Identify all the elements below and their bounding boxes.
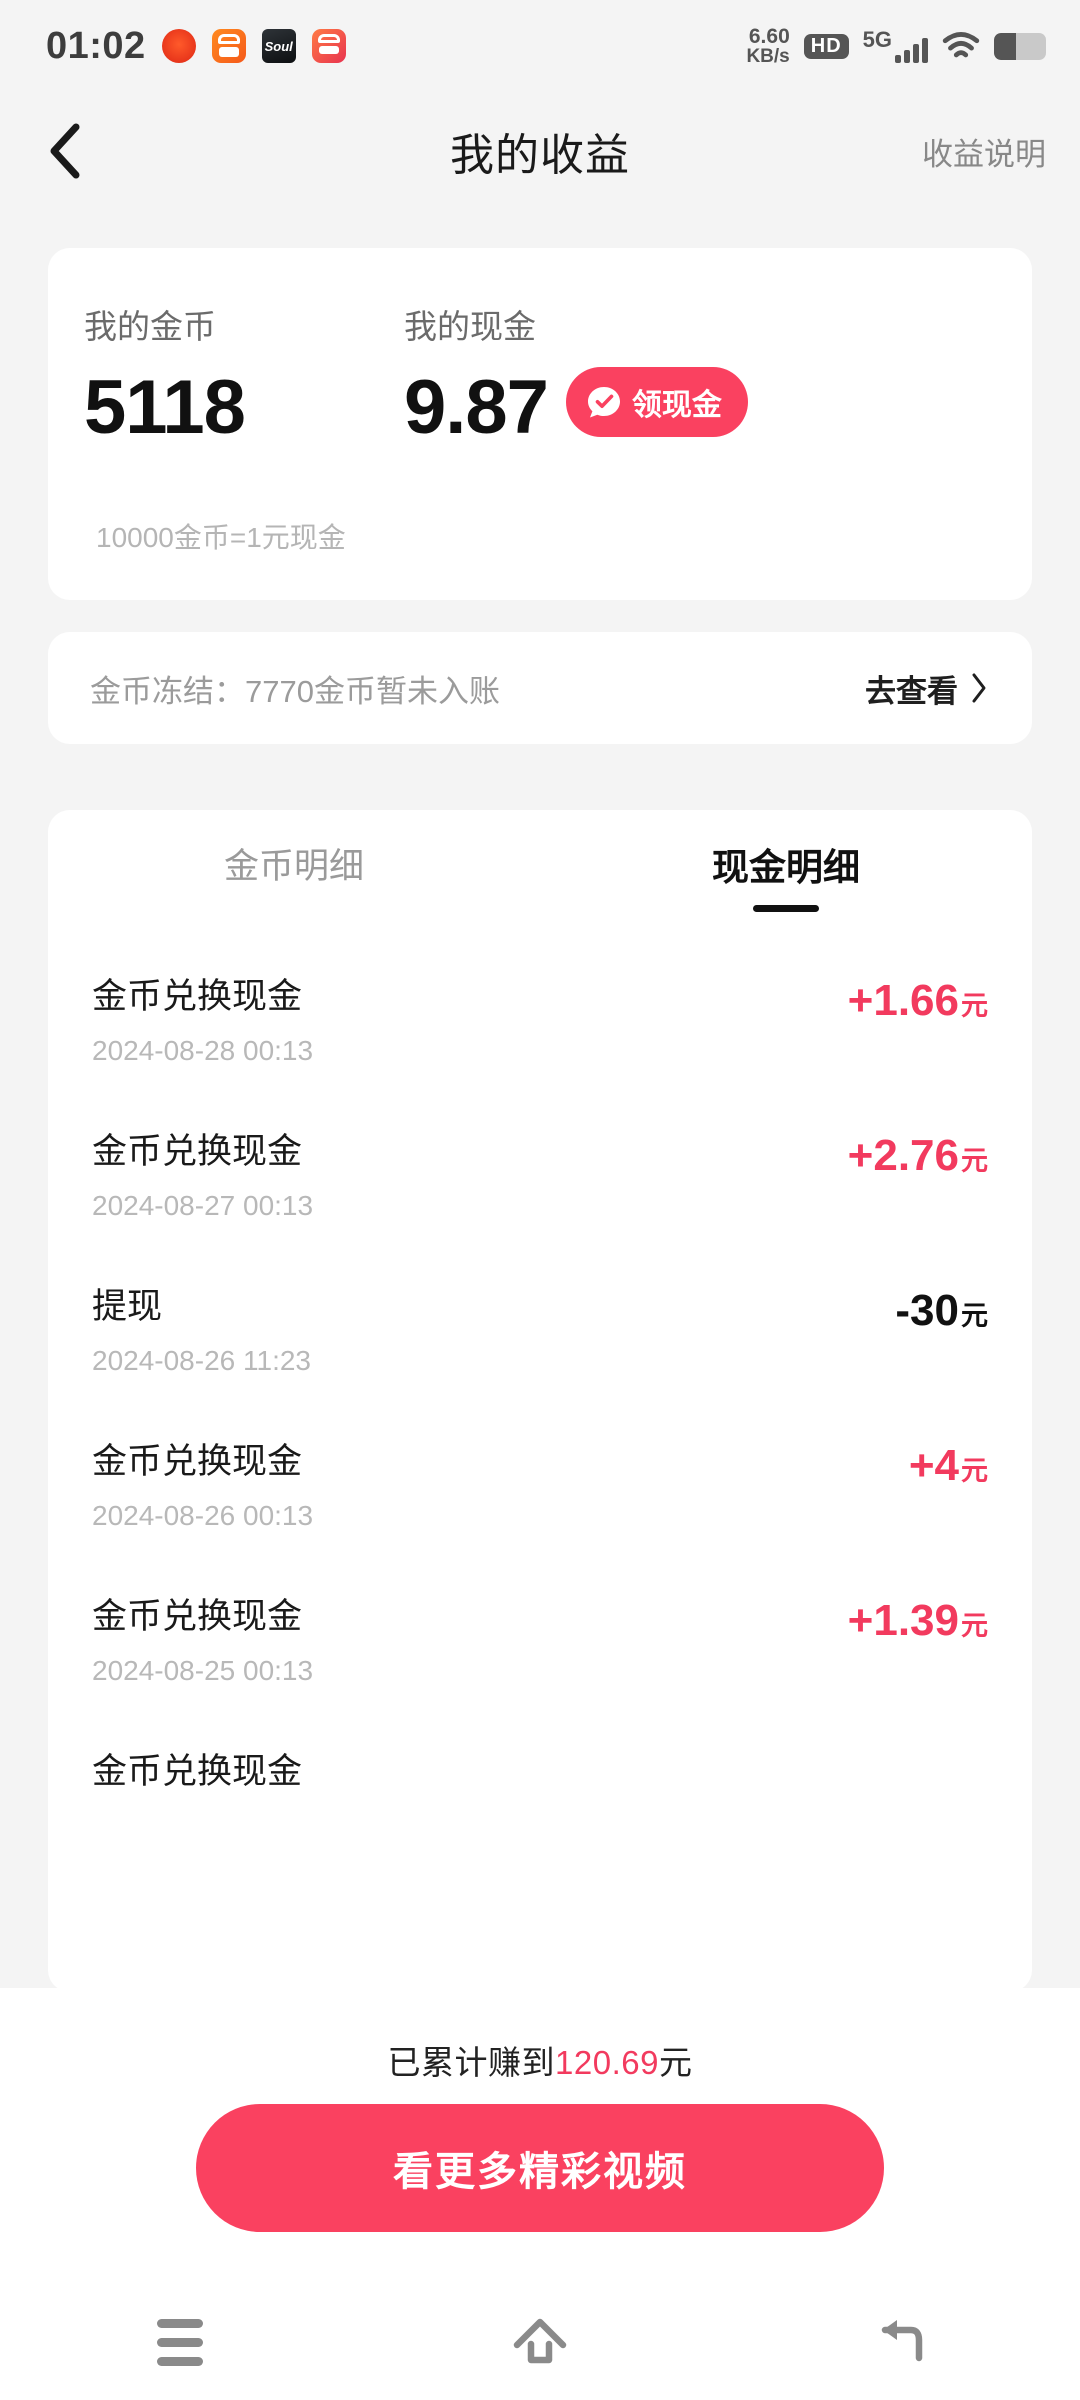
app-icon-soul: Soul — [261, 29, 296, 63]
signal-bars-icon — [895, 37, 928, 63]
cash-value-row: 9.87 领现金 — [404, 348, 748, 446]
recents-button[interactable] — [135, 2312, 225, 2372]
transaction-amount-value: +2.76 — [847, 1131, 959, 1180]
transaction-amount-unit: 元 — [961, 991, 988, 1021]
transaction-info: 提现 2024-08-26 11:23 — [92, 1278, 311, 1377]
transaction-amount-value: +1.66 — [847, 976, 959, 1025]
coins-block: 我的金币 5118 — [84, 300, 404, 446]
transaction-info: 金币兑换现金 2024-08-26 00:13 — [92, 1433, 313, 1532]
menu-icon — [157, 2318, 203, 2366]
table-row[interactable]: 金币兑换现金 2024-08-28 00:13 +1.66元 — [92, 938, 988, 1093]
watch-more-videos-button[interactable]: 看更多精彩视频 — [196, 2104, 884, 2232]
transaction-info: 金币兑换现金 2024-08-25 00:13 — [92, 1588, 313, 1687]
status-bar: 01:02 Soul 6.60 KB/s HD 5G — [0, 0, 1080, 92]
signal-indicator: 5G — [863, 29, 928, 63]
transaction-title: 金币兑换现金 — [92, 1442, 303, 1481]
transaction-title: 提现 — [92, 1287, 163, 1326]
transaction-amount-unit: 元 — [961, 1611, 988, 1641]
tab-cash-detail[interactable]: 现金明细 — [540, 810, 1032, 938]
system-navigation-bar — [0, 2284, 1080, 2400]
tab-coin-detail-label: 金币明细 — [223, 847, 364, 886]
transaction-amount: +4元 — [909, 1433, 988, 1491]
battery-icon — [994, 32, 1046, 60]
table-row[interactable]: 金币兑换现金 2024-08-26 00:13 +4元 — [92, 1403, 988, 1558]
claim-cash-label: 领现金 — [631, 389, 722, 422]
app-icon-kuaishou — [211, 29, 246, 63]
home-icon — [513, 2318, 567, 2364]
check-bubble-icon — [587, 387, 620, 418]
transaction-date: 2024-08-28 00:13 — [92, 1035, 314, 1066]
coins-value: 5118 — [84, 365, 246, 450]
chevron-right-icon — [972, 673, 986, 703]
exchange-rate-note: 10000金币=1元现金 — [96, 522, 346, 553]
detail-card: 金币明细 现金明细 金币兑换现金 2024-08-28 00:13 +1.66元… — [48, 810, 1032, 1992]
transaction-amount: +1.39元 — [848, 1588, 988, 1646]
transaction-title: 金币兑换现金 — [92, 1597, 303, 1636]
transaction-title: 金币兑换现金 — [92, 1752, 303, 1791]
transaction-date: 2024-08-26 00:13 — [92, 1500, 314, 1531]
cash-label: 我的现金 — [404, 308, 536, 345]
transaction-amount-unit: 元 — [961, 1456, 988, 1486]
total-earned-text: 已累计赚到120.69元 — [0, 1988, 1080, 2084]
table-row[interactable]: 提现 2024-08-26 11:23 -30元 — [92, 1248, 988, 1403]
network-speed-indicator: 6.60 KB/s — [746, 24, 790, 68]
status-time: 01:02 — [46, 24, 146, 67]
hd-icon: HD — [803, 33, 849, 59]
table-row[interactable]: 金币兑换现金 — [92, 1713, 988, 1820]
transaction-amount: +1.66元 — [848, 968, 988, 1026]
network-speed-unit: KB/s — [746, 46, 790, 68]
detail-tabs: 金币明细 现金明细 — [48, 810, 1032, 938]
transaction-amount-unit: 元 — [961, 1146, 988, 1176]
total-earned-amount: 120.69 — [555, 2044, 659, 2081]
status-bar-right: 6.60 KB/s HD 5G — [746, 24, 1046, 68]
transaction-info: 金币兑换现金 — [92, 1743, 302, 1794]
back-arrow-icon — [881, 2320, 923, 2362]
status-bar-left: 01:02 Soul — [46, 25, 346, 68]
transaction-amount-value: +4 — [908, 1441, 959, 1490]
cash-block: 我的现金 9.87 领现金 — [404, 300, 748, 446]
transaction-date: 2024-08-25 00:13 — [92, 1655, 314, 1686]
page-header: 我的收益 收益说明 — [0, 92, 1080, 210]
claim-cash-button[interactable]: 领现金 — [565, 367, 748, 437]
page-title: 我的收益 — [450, 131, 630, 180]
network-type-label: 5G — [862, 27, 892, 52]
transaction-amount: +2.76元 — [848, 1123, 988, 1181]
frozen-coins-text: 金币冻结：7770金币暂未入账 — [90, 673, 500, 709]
cash-value: 9.87 — [404, 365, 549, 450]
home-button[interactable] — [495, 2312, 585, 2372]
transaction-amount: -30元 — [895, 1278, 988, 1336]
table-row[interactable]: 金币兑换现金 2024-08-27 00:13 +2.76元 — [92, 1093, 988, 1248]
app-icon-kuaishou-extra — [311, 29, 346, 63]
transaction-amount-unit: 元 — [961, 1301, 988, 1331]
total-earned-prefix: 已累计赚到 — [387, 2044, 556, 2081]
transaction-title: 金币兑换现金 — [92, 977, 303, 1016]
tab-coin-detail[interactable]: 金币明细 — [48, 810, 540, 938]
tab-cash-detail-underline — [753, 904, 819, 912]
tab-cash-detail-label: 现金明细 — [712, 846, 860, 888]
frozen-coins-row[interactable]: 金币冻结：7770金币暂未入账 去查看 — [48, 632, 1032, 744]
balance-columns: 我的金币 5118 我的现金 9.87 领现金 — [48, 248, 1032, 446]
transaction-info: 金币兑换现金 2024-08-27 00:13 — [92, 1123, 313, 1222]
app-icon-red-circle — [161, 29, 196, 63]
table-row[interactable]: 金币兑换现金 2024-08-25 00:13 +1.39元 — [92, 1558, 988, 1713]
bottom-panel: 已累计赚到120.69元 看更多精彩视频 — [0, 1988, 1080, 2400]
transaction-info: 金币兑换现金 2024-08-28 00:13 — [92, 968, 313, 1067]
frozen-coins-view-label: 去查看 — [865, 673, 958, 709]
total-earned-suffix: 元 — [658, 2044, 693, 2081]
transaction-date: 2024-08-27 00:13 — [92, 1190, 314, 1221]
back-button-nav[interactable] — [855, 2312, 945, 2372]
network-speed-value: 6.60 — [748, 24, 790, 48]
coins-label: 我的金币 — [84, 308, 216, 345]
transaction-amount-value: -30 — [895, 1286, 959, 1335]
app-icon-soul-label: Soul — [264, 38, 293, 54]
transaction-title: 金币兑换现金 — [92, 1132, 303, 1171]
transaction-date: 2024-08-26 11:23 — [92, 1345, 311, 1376]
wifi-icon — [942, 32, 980, 58]
transaction-list: 金币兑换现金 2024-08-28 00:13 +1.66元 金币兑换现金 20… — [48, 938, 1032, 1820]
earnings-info-link[interactable]: 收益说明 — [922, 129, 1046, 174]
frozen-coins-view-link[interactable]: 去查看 — [865, 666, 988, 711]
balance-card: 我的金币 5118 我的现金 9.87 领现金 10000金币=1元现金 — [48, 248, 1032, 600]
transaction-amount-value: +1.39 — [847, 1596, 959, 1645]
